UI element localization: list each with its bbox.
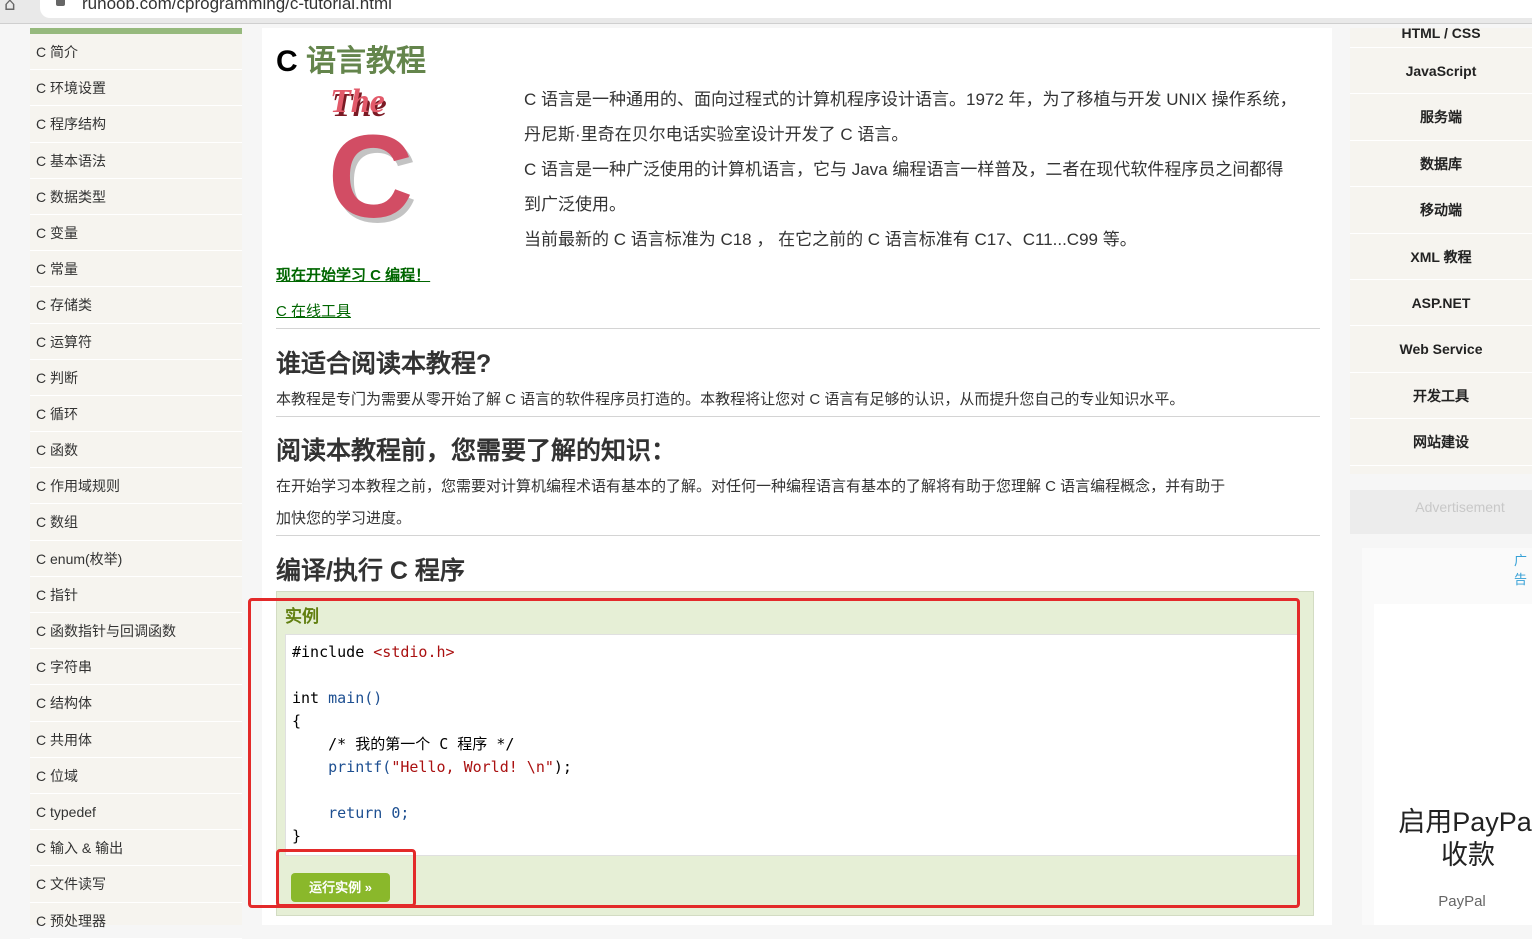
ad-card[interactable] [1374,604,1532,925]
paragraph-prerequisites: 在开始学习本教程之前，您需要对计算机编程术语有基本的了解。对任何一种编程语言有基… [276,471,1316,535]
page-title: C 语言教程 [276,36,426,80]
sidebar-item[interactable]: C 字符串 [30,649,242,686]
sidebar-item[interactable]: C 作用域规则 [30,468,242,505]
right-nav-item[interactable]: 服务端 [1350,94,1532,141]
sidebar-item[interactable]: C 结构体 [30,685,242,722]
lock-icon [56,0,65,6]
sidebar-item[interactable]: C 循环 [30,396,242,433]
page-title-rest: 语言教程 [306,45,427,78]
paragraph-who: 本教程是专门为需要从零开始了解 C 语言的软件程序员打造的。本教程将让您对 C … [276,391,1185,408]
sidebar-item[interactable]: C 判断 [30,360,242,396]
sidebar-item[interactable]: C 运算符 [30,324,242,360]
sidebar-item[interactable]: C 数组 [30,504,242,541]
paragraph-line: 加快您的学习进度。 [276,510,412,527]
right-nav-item[interactable]: XML 教程 [1350,234,1532,280]
divider [276,328,1320,329]
right-nav-item[interactable]: Web Service [1350,326,1532,373]
right-nav-item[interactable]: 网站建设 [1350,419,1532,466]
sidebar-item[interactable]: C 输入 & 输出 [30,830,242,867]
sidebar-item[interactable]: C 环境设置 [30,70,242,107]
page-title-c: C [276,45,298,78]
sidebar-item[interactable]: C 数据类型 [30,179,242,215]
sidebar-item[interactable]: C 函数指针与回调函数 [30,613,242,650]
ad-title[interactable]: 启用PayPal收款 [1388,806,1532,872]
heading-who: 谁适合阅读本教程? [276,350,492,378]
intro-line: C 语言是一种广泛使用的计算机语言，它与 Java 编程语言一样普及，二者在现代… [524,160,1284,179]
sidebar-item[interactable]: C 简介 [30,34,242,71]
the-c-logo: The The C C [328,84,417,224]
intro-line: C 语言是一种通用的、面向过程式的计算机程序设计语言。1972 年，为了移植与开… [524,90,1297,109]
heading-compile: 编译/执行 C 程序 [276,557,465,585]
intro-line: 当前最新的 C 语言标准为 C18 ， 在它之前的 C 语言标准有 C17、C1… [524,230,1137,249]
divider [276,535,1320,536]
sidebar-item[interactable]: C enum(枚举) [30,541,242,577]
ad-corner-label: 广告 [1514,554,1528,588]
start-learning-link[interactable]: 现在开始学习 C 编程！ [276,264,430,285]
sidebar-item[interactable]: C 文件读写 [30,866,242,903]
paragraph-line: 在开始学习本教程之前，您需要对计算机编程术语有基本的了解。对任何一种编程语言有基… [276,478,1226,495]
right-nav-item[interactable]: 数据库 [1350,141,1532,188]
sidebar-item[interactable]: C 存储类 [30,287,242,324]
sidebar-item[interactable]: C 共用体 [30,722,242,758]
right-sidebar-nav: HTML / CSS JavaScript 服务端 数据库 移动端 XML 教程… [1350,26,1532,474]
sidebar-item[interactable]: C 预处理器 [30,903,242,939]
right-nav-item[interactable]: JavaScript [1350,48,1532,95]
url-text[interactable]: runoob.com/cprogramming/c-tutorial.html [82,0,392,14]
heading-prerequisites: 阅读本教程前，您需要了解的知识： [276,437,677,465]
advertisement-text: Advertisement [1415,499,1505,515]
right-nav-item[interactable]: 移动端 [1350,187,1532,234]
sidebar-item[interactable]: C 指针 [30,577,242,613]
sidebar-item[interactable]: C 位域 [30,758,242,794]
sidebar-item[interactable]: C 函数 [30,432,242,469]
intro-paragraph: C 语言是一种通用的、面向过程式的计算机程序设计语言。1972 年，为了移植与开… [524,82,1324,257]
sidebar-item[interactable]: C 程序结构 [30,106,242,143]
advertisement-label: Advertisement [1350,490,1532,534]
left-sidebar: C 简介 C 环境设置 C 程序结构 C 基本语法 C 数据类型 C 变量 C … [30,28,242,939]
svg-text:C: C [328,111,413,224]
sidebar-item[interactable]: C typedef [30,794,242,831]
ad-brand: PayPal [1438,893,1486,910]
browser-toolbar: ⌂ runoob.com/cprogramming/c-tutorial.htm… [0,0,1532,24]
sidebar-item[interactable]: C 基本语法 [30,143,242,179]
right-nav-item[interactable]: 开发工具 [1350,373,1532,420]
sidebar-item[interactable]: C 变量 [30,215,242,252]
right-nav-item[interactable]: HTML / CSS [1350,26,1532,48]
divider [276,416,1320,417]
sidebar-item[interactable]: C 常量 [30,251,242,288]
home-icon[interactable]: ⌂ [4,0,15,15]
intro-line: 丹尼斯·里奇在贝尔电话实验室设计开发了 C 语言。 [524,125,909,144]
right-nav-item[interactable]: ASP.NET [1350,280,1532,327]
online-tool-link[interactable]: C 在线工具 [276,300,351,321]
highlight-box-run-button [276,849,416,907]
intro-line: 到广泛使用。 [524,195,626,214]
